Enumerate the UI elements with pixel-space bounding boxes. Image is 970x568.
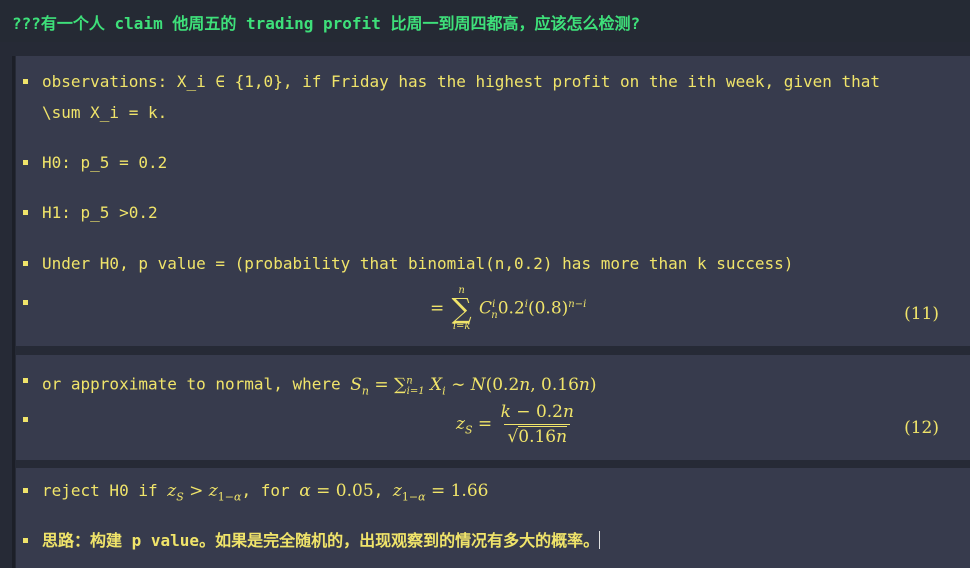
idea-line[interactable]: 思路：构建 p value。如果是完全随机的，出现观察到的情况有多大的概率。 xyxy=(42,531,601,551)
reject-line[interactable]: reject H0 if zS > z1−α, for α = 0.05, z1… xyxy=(42,481,488,507)
bullet-eq12 xyxy=(23,417,28,422)
note-heading: ???有一个人 claim 他周五的 trading profit 比周一到周四… xyxy=(0,0,970,42)
equation-11[interactable]: = n ∑ i=k Cin0.2i(0.8)n−i xyxy=(430,286,586,332)
reject-sep: , xyxy=(373,481,384,500)
bullet-approx xyxy=(23,378,28,383)
bullet-eq11 xyxy=(23,300,28,305)
bullet-observations xyxy=(23,79,28,84)
equation-12-number: (12) xyxy=(904,418,939,438)
h0-line[interactable]: H0: p_5 = 0.2 xyxy=(42,153,167,173)
reject-condition: zS > z1−α xyxy=(167,481,242,504)
reject-critical-value: z1−α = 1.66 xyxy=(392,481,489,504)
approx-line[interactable]: or approximate to normal, where Sn = ∑ni… xyxy=(42,371,597,402)
approx-formula: Sn = ∑ni=1 Xi ∼ N(0.2n, 0.16n) xyxy=(350,374,597,398)
pvalue-line[interactable]: Under H0, p value = (probability that bi… xyxy=(42,254,793,274)
reject-alpha: α = 0.05 xyxy=(299,481,374,501)
text-cursor xyxy=(599,531,601,549)
bullet-h1 xyxy=(23,210,28,215)
reject-mid: , for xyxy=(241,481,290,500)
h1-line[interactable]: H1: p_5 >0.2 xyxy=(42,203,158,223)
idea-text: 思路：构建 p value。如果是完全随机的，出现观察到的情况有多大的概率。 xyxy=(42,531,600,550)
bullet-reject xyxy=(23,488,28,493)
bullet-h0 xyxy=(23,160,28,165)
left-margin-stripe xyxy=(12,56,15,568)
heading-text: ???有一个人 claim 他周五的 trading profit 比周一到周四… xyxy=(12,14,641,33)
bullet-idea xyxy=(23,538,28,543)
observations-line-1[interactable]: observations: X_i ∈ {1,0}, if Friday has… xyxy=(42,72,880,92)
approx-text: or approximate to normal, where xyxy=(42,374,341,394)
reject-prefix: reject H0 if xyxy=(42,481,158,500)
bullet-pvalue xyxy=(23,261,28,266)
equation-11-number: (11) xyxy=(904,304,939,324)
observations-line-2[interactable]: \sum X_i = k. xyxy=(42,103,167,123)
equation-12[interactable]: zS = k − 0.2n √0.16n xyxy=(456,402,577,447)
